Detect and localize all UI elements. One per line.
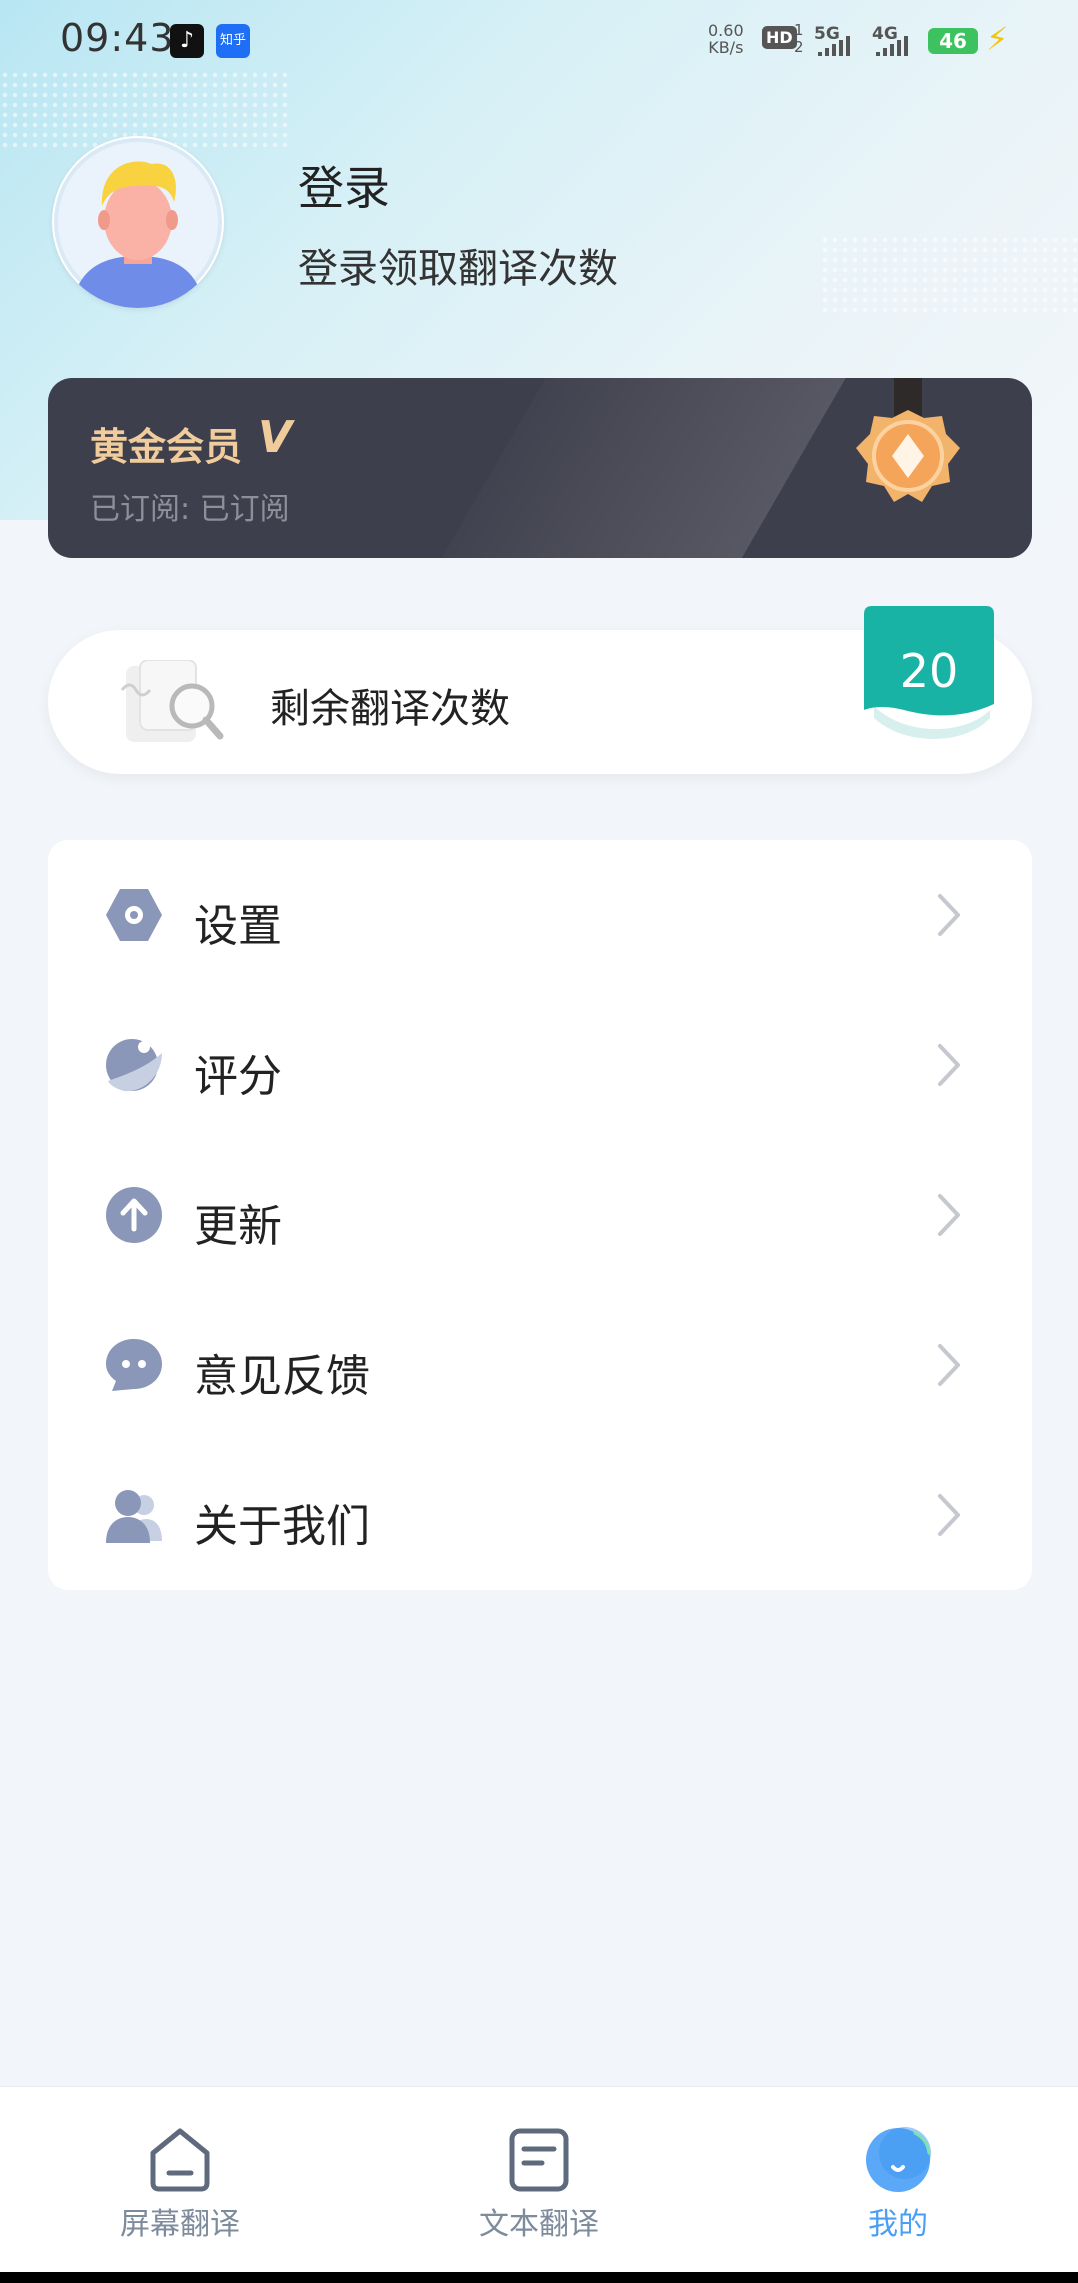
document-icon [509,2128,569,2192]
tab-label: 屏幕翻译 [120,2207,240,2242]
remaining-count: 20 [899,644,959,698]
arrow-up-circle-icon [106,1187,162,1243]
net-speed-unit: KB/s [708,38,744,57]
battery-icon: 46 [928,28,978,54]
chevron-right-icon [938,1494,960,1536]
zhihu-icon: 知乎 [216,24,250,58]
menu-item-label: 设置 [194,901,282,952]
user-avatar-icon [54,138,222,308]
menu-list: 设置 评分 更新 意见反馈 关于我们 [48,840,1032,1590]
tab-label: 我的 [868,2207,928,2242]
card-sheen [418,378,858,558]
vip-check-icon: V [258,412,293,463]
tab-screen-translate[interactable]: 屏幕翻译 [50,2087,310,2273]
menu-item-label: 意见反馈 [194,1351,370,1402]
login-subtitle[interactable]: 登录领取翻译次数 [298,236,618,294]
chevron-right-icon [938,1194,960,1236]
profile-smile-icon [866,2127,931,2192]
remaining-label: 剩余翻译次数 [270,686,510,732]
tab-mine[interactable]: 我的 [768,2087,1028,2273]
chevron-right-icon [938,1344,960,1386]
document-search-icon [120,660,224,742]
bottom-nav: 屏幕翻译 文本翻译 我的 [0,2086,1078,2273]
planet-rating-icon [106,1039,162,1092]
chevron-right-icon [938,1044,960,1086]
vip-title: 黄金会员 [90,425,243,469]
users-icon [106,1490,162,1543]
menu-item-feedback[interactable]: 意见反馈 [48,1290,1032,1440]
menu-item-label: 关于我们 [194,1501,370,1552]
menu-item-about[interactable]: 关于我们 [48,1440,1032,1590]
network-speed: 0.60 KB/s [708,22,744,56]
chevron-right-icon [938,894,960,936]
status-time: 09:43 [60,16,175,60]
medal-icon [856,378,960,502]
vip-card[interactable]: 黄金会员 V 已订阅: 已订阅 [48,378,1032,558]
hd-icon: HD [762,26,797,49]
signal-4g-icon [876,36,908,56]
hd-sub-top: 1 [794,21,804,39]
login-title[interactable]: 登录 [298,152,390,218]
menu-item-label: 更新 [194,1201,282,1252]
avatar[interactable] [52,136,224,308]
system-nav-bar [0,2272,1078,2283]
chat-bubble-icon [106,1339,162,1391]
menu-item-settings[interactable]: 设置 [48,840,1032,990]
menu-item-label: 评分 [194,1051,282,1102]
tab-label: 文本翻译 [479,2207,599,2242]
hd-sub-bottom: 2 [794,38,804,56]
charging-bolt-icon: ⚡ [986,20,1009,58]
net-speed-value: 0.60 [708,21,744,40]
tab-text-translate[interactable]: 文本翻译 [409,2087,669,2273]
decorative-dots [820,235,1078,315]
hd-sub: 1 2 [794,22,804,56]
menu-item-rating[interactable]: 评分 [48,990,1032,1140]
home-icon [150,2128,210,2192]
settings-icon [106,889,162,941]
vip-subscription-status: 已订阅: 已订阅 [90,492,290,527]
status-bar: 09:43 ♪ 知乎 0.60 KB/s HD 1 2 5G 4G 46 ⚡ [0,0,1078,80]
tiktok-icon: ♪ [170,24,204,58]
signal-5g-icon [818,36,850,56]
menu-item-update[interactable]: 更新 [48,1140,1032,1290]
